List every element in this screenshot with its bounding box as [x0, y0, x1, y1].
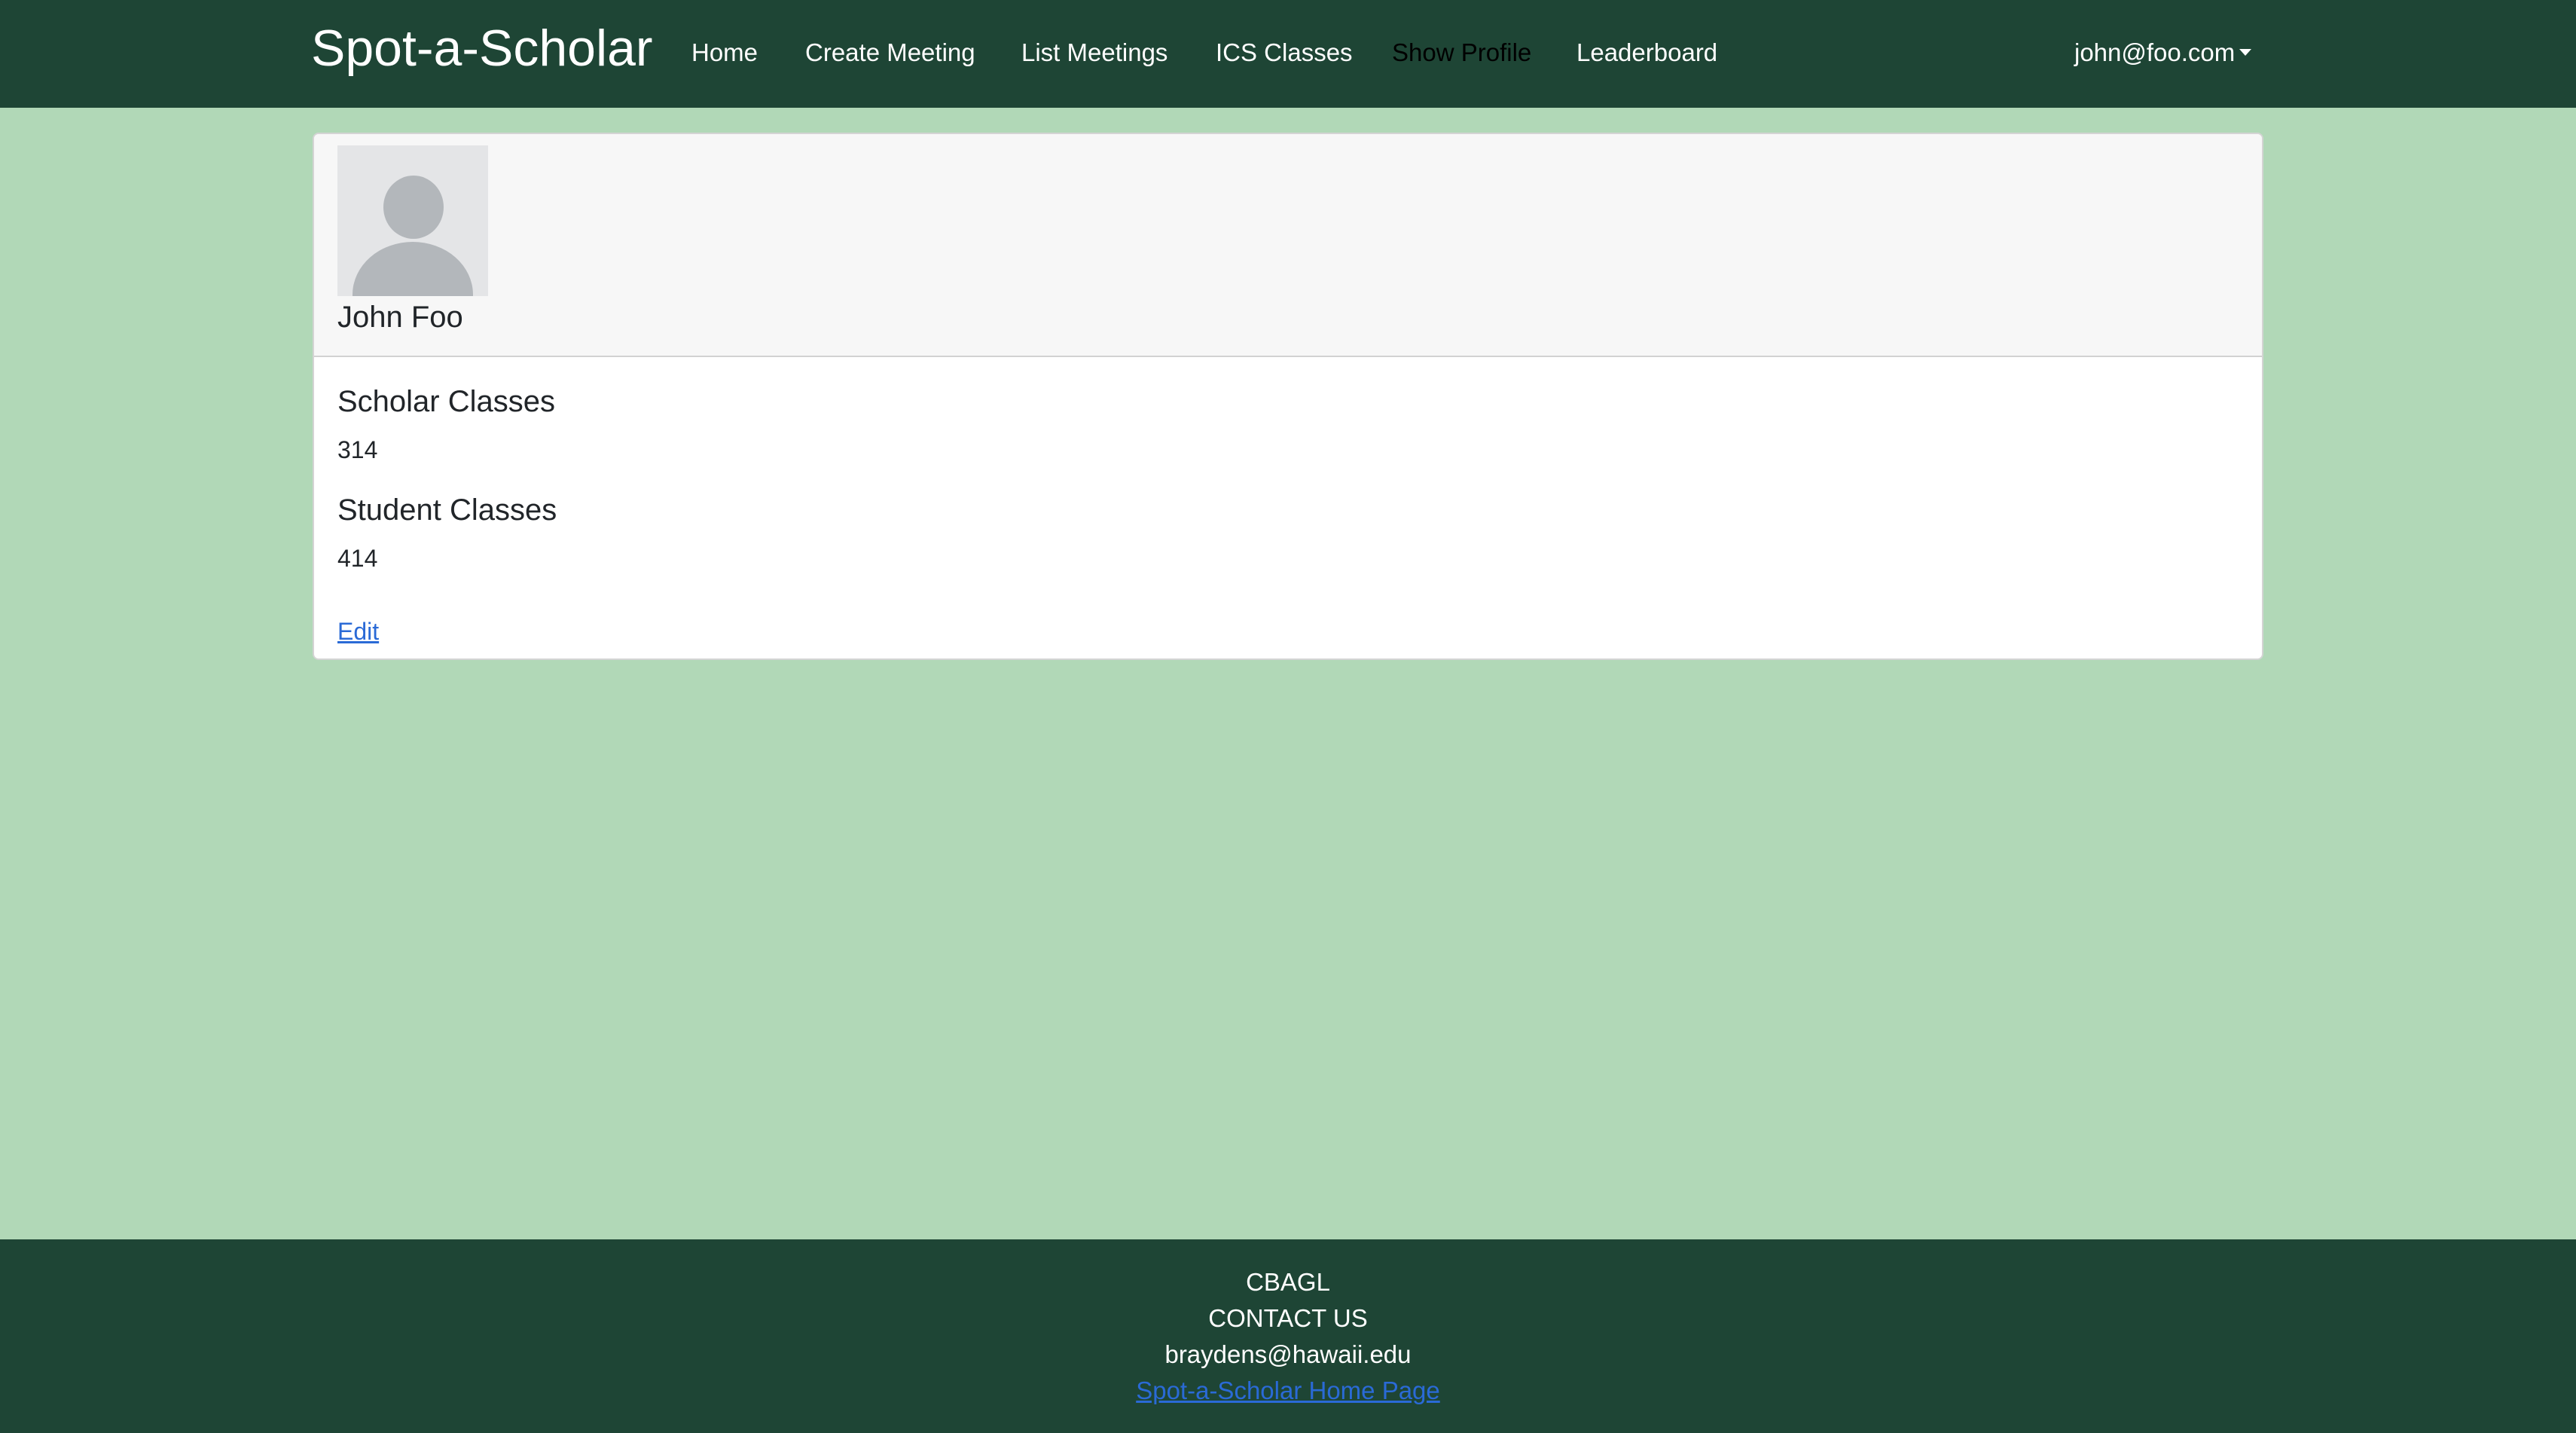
student-classes-value: 414 — [337, 545, 378, 572]
caret-down-icon — [2239, 48, 2252, 56]
user-menu-dropdown[interactable]: john@foo.com — [2074, 36, 2252, 69]
page-footer: CBAGL CONTACT US braydens@hawaii.edu Spo… — [0, 1239, 2576, 1433]
nav-item-home[interactable]: Home — [691, 36, 758, 69]
nav-item-list-meetings[interactable]: List Meetings — [1021, 36, 1167, 69]
edit-profile-link[interactable]: Edit — [337, 616, 379, 646]
nav-item-create-meeting[interactable]: Create Meeting — [805, 36, 975, 69]
footer-contact-label: CONTACT US — [1208, 1304, 1368, 1332]
nav-item-leaderboard[interactable]: Leaderboard — [1576, 36, 1717, 69]
profile-card: John Foo Scholar Classes 314 Student Cla… — [313, 133, 2263, 660]
avatar-body-shape — [353, 242, 473, 296]
avatar-head-shape — [383, 176, 444, 239]
user-avatar-placeholder-icon — [337, 145, 488, 296]
nav-item-show-profile[interactable]: Show Profile — [1392, 36, 1531, 69]
top-navbar: Spot-a-Scholar Home Create Meeting List … — [0, 0, 2576, 108]
scholar-classes-heading: Scholar Classes — [337, 385, 556, 418]
nav-item-ics-classes[interactable]: ICS Classes — [1216, 36, 1353, 69]
footer-home-page-link[interactable]: Spot-a-Scholar Home Page — [1136, 1376, 1440, 1404]
footer-link-row: Spot-a-Scholar Home Page — [0, 1374, 2576, 1407]
user-email-label: john@foo.com — [2074, 38, 2236, 66]
scholar-classes-value: 314 — [337, 436, 378, 463]
profile-name: John Foo — [337, 301, 463, 334]
student-classes-heading: Student Classes — [337, 493, 557, 527]
profile-card-header: John Foo — [314, 134, 2262, 357]
brand-logo-link[interactable]: Spot-a-Scholar — [311, 17, 653, 80]
footer-contact-email: braydens@hawaii.edu — [1164, 1340, 1412, 1368]
footer-org-name: CBAGL — [1246, 1268, 1330, 1296]
